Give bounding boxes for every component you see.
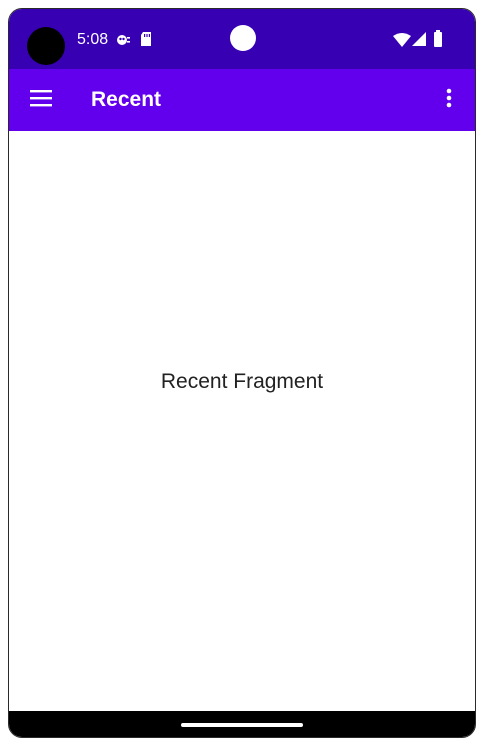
phone-frame: 5:08 Recent Recent Fragment	[8, 8, 476, 738]
navigation-drawer-button[interactable]	[21, 81, 61, 119]
overflow-menu-button[interactable]	[433, 81, 465, 119]
camera-cutout	[27, 27, 65, 65]
app-bar: Recent	[9, 69, 475, 131]
status-time: 5:08	[77, 31, 109, 48]
more-vert-icon	[446, 88, 452, 113]
cell-signal-icon	[412, 32, 426, 51]
wifi-icon	[393, 33, 411, 52]
menu-icon	[29, 89, 53, 112]
status-bar: 5:08	[9, 9, 475, 69]
gesture-navigation-bar	[9, 711, 475, 737]
front-sensor-dot	[230, 25, 256, 51]
fragment-content: Recent Fragment	[9, 131, 475, 711]
bug-notification-icon	[115, 31, 131, 52]
sd-card-icon	[139, 31, 153, 52]
fragment-label: Recent Fragment	[160, 370, 324, 393]
page-title: Recent	[91, 88, 162, 111]
home-gesture-handle[interactable]	[181, 723, 303, 727]
battery-icon	[433, 30, 443, 52]
